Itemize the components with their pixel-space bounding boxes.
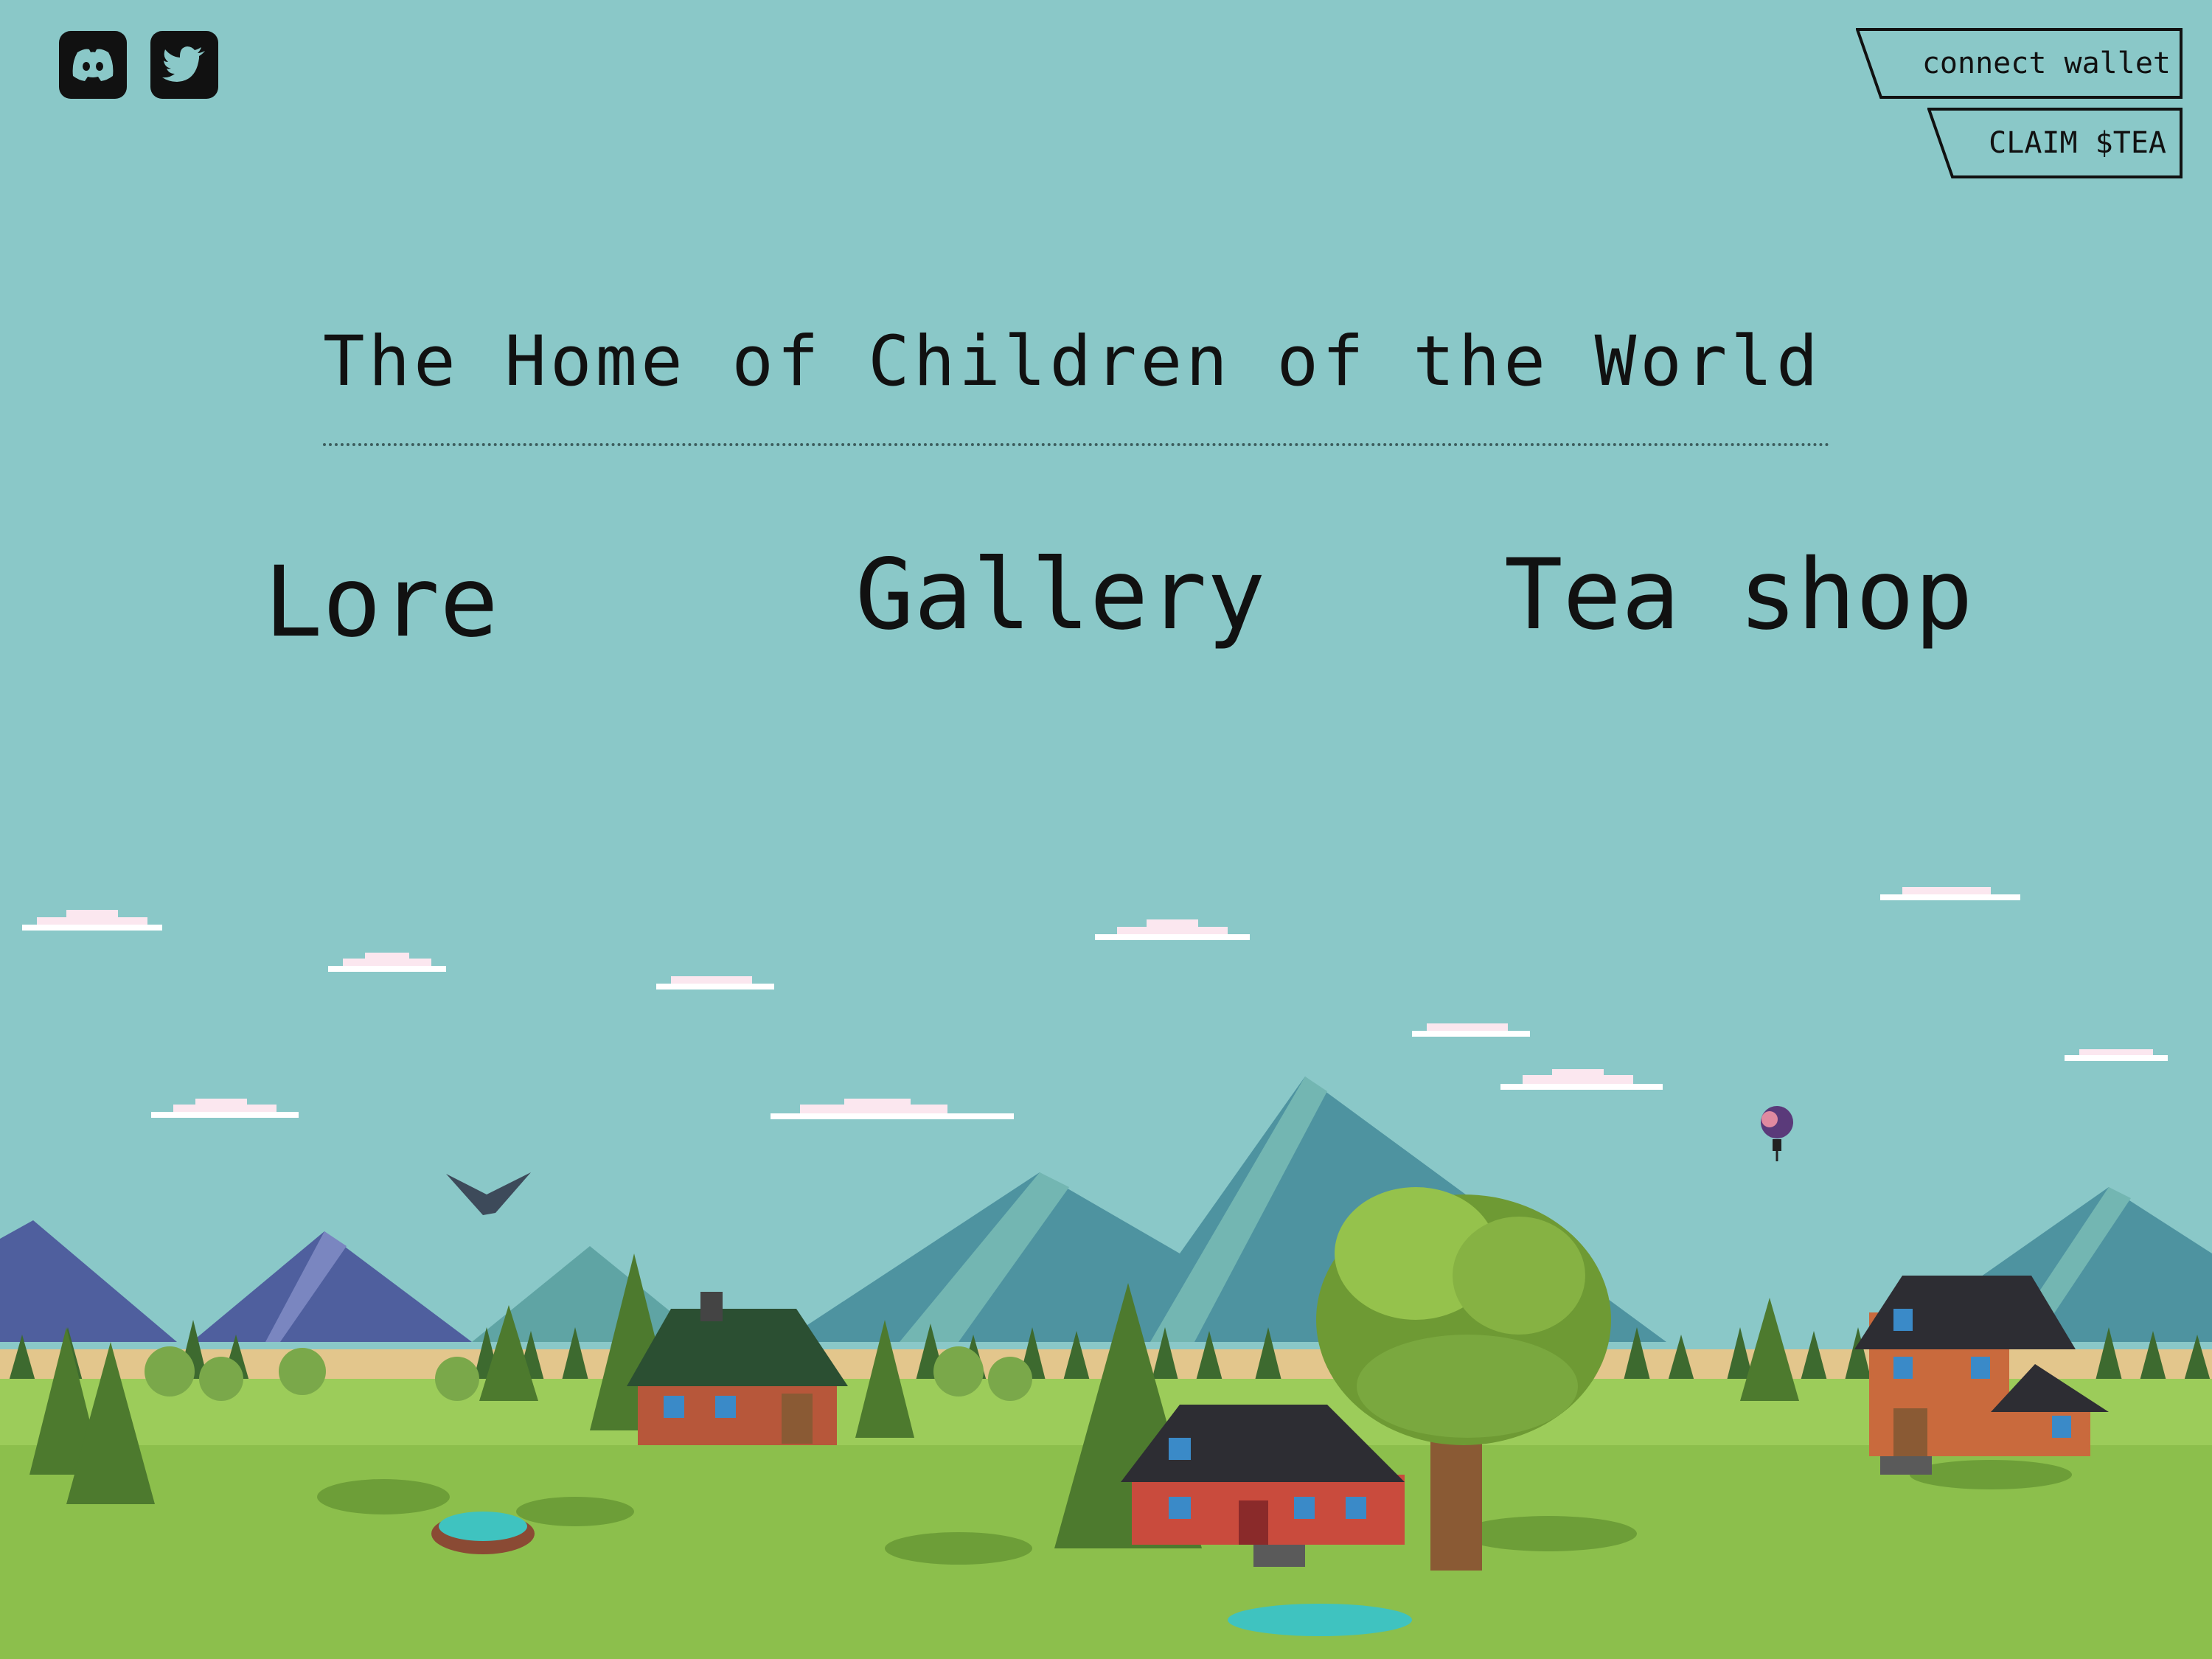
title-divider bbox=[323, 443, 1830, 446]
page-title: The Home of Children of the World bbox=[323, 321, 1822, 402]
discord-link[interactable] bbox=[59, 31, 127, 99]
claim-tea-label: CLAIM $TEA bbox=[1989, 126, 2166, 160]
wallet-actions: connect wallet CLAIM $TEA bbox=[1856, 28, 2183, 178]
claim-tea-button[interactable]: CLAIM $TEA bbox=[1927, 108, 2183, 178]
pond bbox=[1228, 1604, 1412, 1636]
social-links bbox=[59, 31, 218, 99]
twitter-link[interactable] bbox=[150, 31, 218, 99]
nav-lore[interactable]: Lore bbox=[264, 546, 498, 659]
well bbox=[431, 1512, 535, 1554]
nav-tea-shop[interactable]: Tea shop bbox=[1504, 538, 1973, 652]
nav-gallery[interactable]: Gallery bbox=[855, 538, 1265, 652]
landscape-background bbox=[0, 0, 2212, 1659]
discord-icon bbox=[72, 49, 114, 81]
twitter-icon bbox=[162, 46, 205, 82]
connect-wallet-label: connect wallet bbox=[1921, 46, 2171, 80]
connect-wallet-button[interactable]: connect wallet bbox=[1856, 28, 2183, 99]
